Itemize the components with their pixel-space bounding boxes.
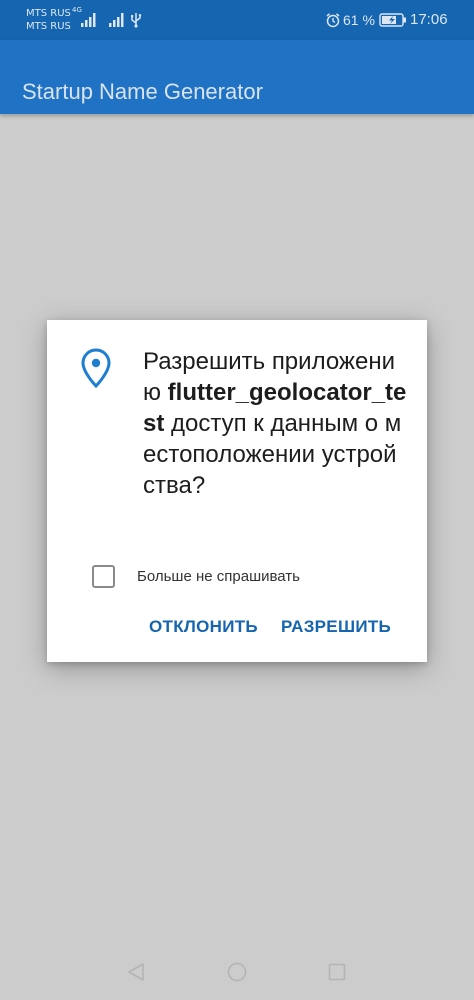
- carrier-name-2: MTS RUS: [26, 21, 71, 32]
- recent-apps-icon[interactable]: [328, 963, 346, 981]
- location-pin-icon: [81, 348, 111, 388]
- carrier-name-1: MTS RUS: [26, 8, 71, 19]
- home-icon[interactable]: [227, 962, 247, 982]
- status-bar: MTS RUS 4G MTS RUS 61 % 17:06: [0, 0, 474, 40]
- dont-ask-again-checkbox[interactable]: [92, 565, 115, 588]
- app-bar: Startup Name Generator: [0, 40, 474, 114]
- back-icon[interactable]: [126, 962, 146, 982]
- battery-charging-icon: [379, 13, 406, 27]
- signal-icon-2: [109, 13, 124, 27]
- dialog-message: Разрешить приложению flutter_geolocator_…: [143, 346, 408, 501]
- clock: 17:06: [410, 11, 448, 28]
- dont-ask-again-label[interactable]: Больше не спрашивать: [137, 568, 300, 586]
- permission-dialog: Разрешить приложению flutter_geolocator_…: [47, 320, 427, 662]
- signal-icon: [81, 13, 96, 27]
- carrier-info: MTS RUS 4G MTS RUS: [26, 6, 82, 33]
- usb-icon: [131, 13, 142, 28]
- battery-percent: 61 %: [343, 12, 375, 28]
- allow-button[interactable]: РАЗРЕШИТЬ: [281, 617, 391, 637]
- app-title: Startup Name Generator: [22, 78, 263, 104]
- deny-button[interactable]: ОТКЛОНИТЬ: [149, 617, 258, 637]
- message-text-end: доступ к данным о местоположении устройс…: [143, 410, 402, 499]
- navigation-bar: [0, 940, 474, 1000]
- alarm-icon: [326, 13, 340, 28]
